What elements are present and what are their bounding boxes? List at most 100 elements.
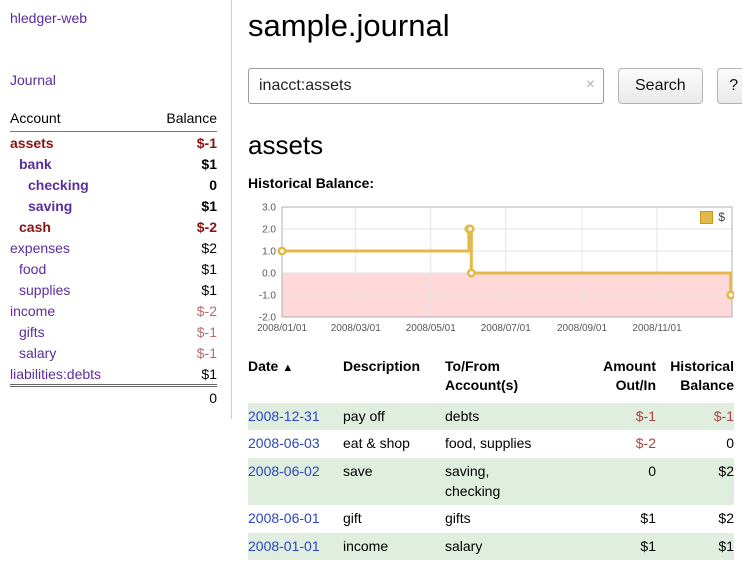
register-row: 2008-01-01incomesalary$1$1 [248, 533, 734, 561]
transaction-account-line: salary [445, 537, 574, 557]
svg-text:2008/07/01: 2008/07/01 [481, 323, 531, 334]
svg-text:2.0: 2.0 [262, 225, 276, 236]
accounts-table: Account Balance assets$-1bank$1checking0… [10, 108, 217, 409]
account-balance: $1 [143, 258, 217, 279]
account-row: bank$1 [10, 153, 217, 174]
svg-text:2008/11/01: 2008/11/01 [632, 323, 682, 334]
transaction-date-link[interactable]: 2008-06-01 [248, 510, 320, 526]
account-row: expenses $2 [10, 237, 217, 258]
account-row: gifts$-1 [10, 321, 217, 342]
svg-text:-2.0: -2.0 [259, 313, 277, 324]
transaction-balance: $2 [656, 458, 734, 505]
search-input[interactable] [248, 68, 604, 104]
transaction-balance: $-1 [656, 403, 734, 431]
account-heading: assets [248, 130, 742, 161]
account-balance: $1 [143, 279, 217, 300]
account-row: supplies $1 [10, 279, 217, 300]
svg-text:-1.0: -1.0 [259, 291, 277, 302]
transaction-date-link[interactable]: 2008-12-31 [248, 408, 320, 424]
transaction-date-cell: 2008-12-31 [248, 403, 343, 431]
transaction-date-link[interactable]: 2008-06-02 [248, 463, 320, 479]
account-link-cash[interactable]: cash [19, 219, 51, 235]
accounts-total-row: 0 [10, 386, 217, 409]
account-balance: $-2 [143, 300, 217, 321]
legend-label: $ [718, 210, 725, 224]
transaction-account-line: saving, [445, 462, 574, 482]
page-title: sample.journal [248, 8, 742, 44]
transaction-account-line: food, supplies [445, 434, 574, 454]
transaction-accounts: gifts [445, 505, 578, 533]
transaction-date-link[interactable]: 2008-06-03 [248, 435, 320, 451]
account-link-assets[interactable]: assets [10, 135, 54, 151]
account-row: liabilities:debts $1 [10, 363, 217, 386]
sidebar: hledger-web Journal Account Balance asse… [0, 0, 232, 419]
account-link-supplies[interactable]: supplies [19, 282, 70, 298]
help-button[interactable]: ? [717, 68, 742, 104]
account-balance: $2 [143, 237, 217, 258]
svg-text:0.0: 0.0 [262, 269, 276, 280]
register-header-text: Out/In [578, 376, 656, 395]
account-balance: $1 [143, 363, 217, 386]
account-row: checking 0 [10, 174, 217, 195]
account-link-salary[interactable]: salary [19, 345, 56, 361]
transaction-description: income [343, 533, 445, 561]
transaction-account-line: debts [445, 407, 574, 427]
svg-text:2008/01/01: 2008/01/01 [257, 323, 307, 334]
account-row: income $-2 [10, 300, 217, 321]
transaction-balance: 0 [656, 430, 734, 458]
account-link-bank[interactable]: bank [19, 156, 52, 172]
register-table: Date▲DescriptionTo/FromAccount(s)AmountO… [248, 355, 734, 560]
account-link-income[interactable]: income [10, 303, 55, 319]
app-root: hledger-web Journal Account Balance asse… [0, 0, 742, 560]
account-balance: $-1 [143, 132, 217, 154]
transaction-balance: $2 [656, 505, 734, 533]
search-box: × [248, 68, 604, 104]
transaction-date-cell: 2008-01-01 [248, 533, 343, 561]
search-bar: × Search ? [248, 68, 742, 104]
transaction-balance: $1 [656, 533, 734, 561]
transaction-accounts: debts [445, 403, 578, 431]
journal-link[interactable]: Journal [10, 72, 217, 88]
account-link-saving[interactable]: saving [28, 198, 72, 214]
account-link-gifts[interactable]: gifts [19, 324, 45, 340]
app-title-link[interactable]: hledger-web [10, 10, 217, 26]
register-header-text: Description [343, 357, 441, 376]
accounts-total-value: 0 [143, 386, 217, 409]
account-row: saving$1 [10, 195, 217, 216]
account-link-food[interactable]: food [19, 261, 46, 277]
historical-balance-chart: $ -2.0-1.00.01.02.03.02008/01/012008/03/… [248, 199, 734, 341]
register-header-text: To/From [445, 357, 574, 376]
account-row: food $1 [10, 258, 217, 279]
register-header-row: Date▲DescriptionTo/FromAccount(s)AmountO… [248, 355, 734, 403]
chart-legend: $ [696, 209, 729, 225]
register-row: 2008-06-02savesaving,checking0$2 [248, 458, 734, 505]
register-header-description: Description [343, 355, 445, 403]
account-link-checking[interactable]: checking [28, 177, 89, 193]
account-link-liabilities-debts[interactable]: liabilities:debts [10, 366, 101, 382]
transaction-date-cell: 2008-06-01 [248, 505, 343, 533]
register-header-date[interactable]: Date▲ [248, 355, 343, 403]
chart-canvas: -2.0-1.00.01.02.03.02008/01/012008/03/01… [248, 199, 734, 341]
svg-text:2008/03/01: 2008/03/01 [331, 323, 381, 334]
accounts-total-spacer [10, 386, 143, 409]
register-row: 2008-12-31pay offdebts$-1$-1 [248, 403, 734, 431]
account-link-expenses[interactable]: expenses [10, 240, 70, 256]
svg-text:1.0: 1.0 [262, 247, 276, 258]
transaction-amount: $-2 [578, 430, 656, 458]
chart-title: Historical Balance: [248, 175, 742, 191]
accounts-header-balance: Balance [143, 108, 217, 132]
register-header-text: Balance [656, 376, 734, 395]
transaction-date-cell: 2008-06-03 [248, 430, 343, 458]
transaction-accounts: salary [445, 533, 578, 561]
transaction-account-line: checking [445, 482, 574, 502]
transaction-amount: $1 [578, 505, 656, 533]
transaction-date-cell: 2008-06-02 [248, 458, 343, 505]
search-button[interactable]: Search [618, 68, 703, 104]
account-balance: $-2 [143, 216, 217, 237]
clear-search-icon[interactable]: × [586, 76, 595, 94]
transaction-amount: $-1 [578, 403, 656, 431]
account-row: assets $-1 [10, 132, 217, 154]
account-balance: 0 [143, 174, 217, 195]
register-header-accounts: To/FromAccount(s) [445, 355, 578, 403]
transaction-date-link[interactable]: 2008-01-01 [248, 538, 320, 554]
